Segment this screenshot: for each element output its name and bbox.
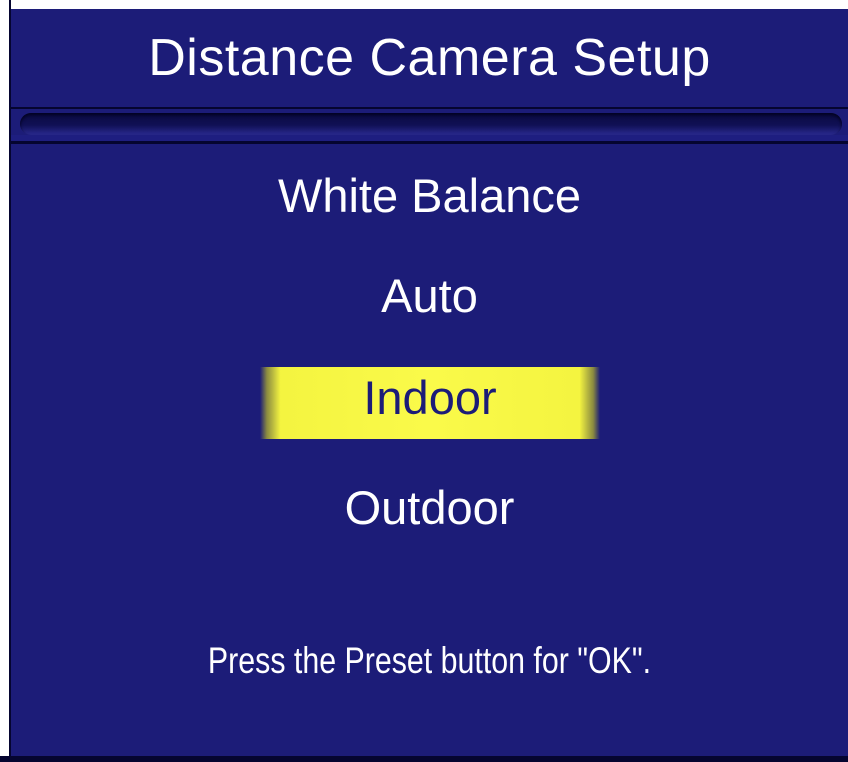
- option-auto[interactable]: Auto: [11, 268, 848, 323]
- left-frame-line: [9, 0, 11, 762]
- title-divider: [11, 107, 848, 109]
- bottom-frame-edge: [0, 756, 848, 762]
- option-outdoor[interactable]: Outdoor: [11, 480, 848, 535]
- menu-heading: White Balance: [277, 169, 582, 222]
- page-title: Distance Camera Setup: [148, 29, 711, 87]
- top-frame-edge: [0, 0, 848, 9]
- instruction-text: Press the Preset button for "OK".: [207, 640, 652, 681]
- option-indoor[interactable]: Indoor: [260, 370, 600, 425]
- header-groove-divider: [11, 141, 848, 144]
- header-groove: [20, 113, 842, 135]
- left-frame-edge: [0, 0, 9, 762]
- camera-setup-screen: Distance Camera Setup White Balance Auto…: [0, 0, 848, 762]
- title-bar: Distance Camera Setup: [11, 9, 848, 107]
